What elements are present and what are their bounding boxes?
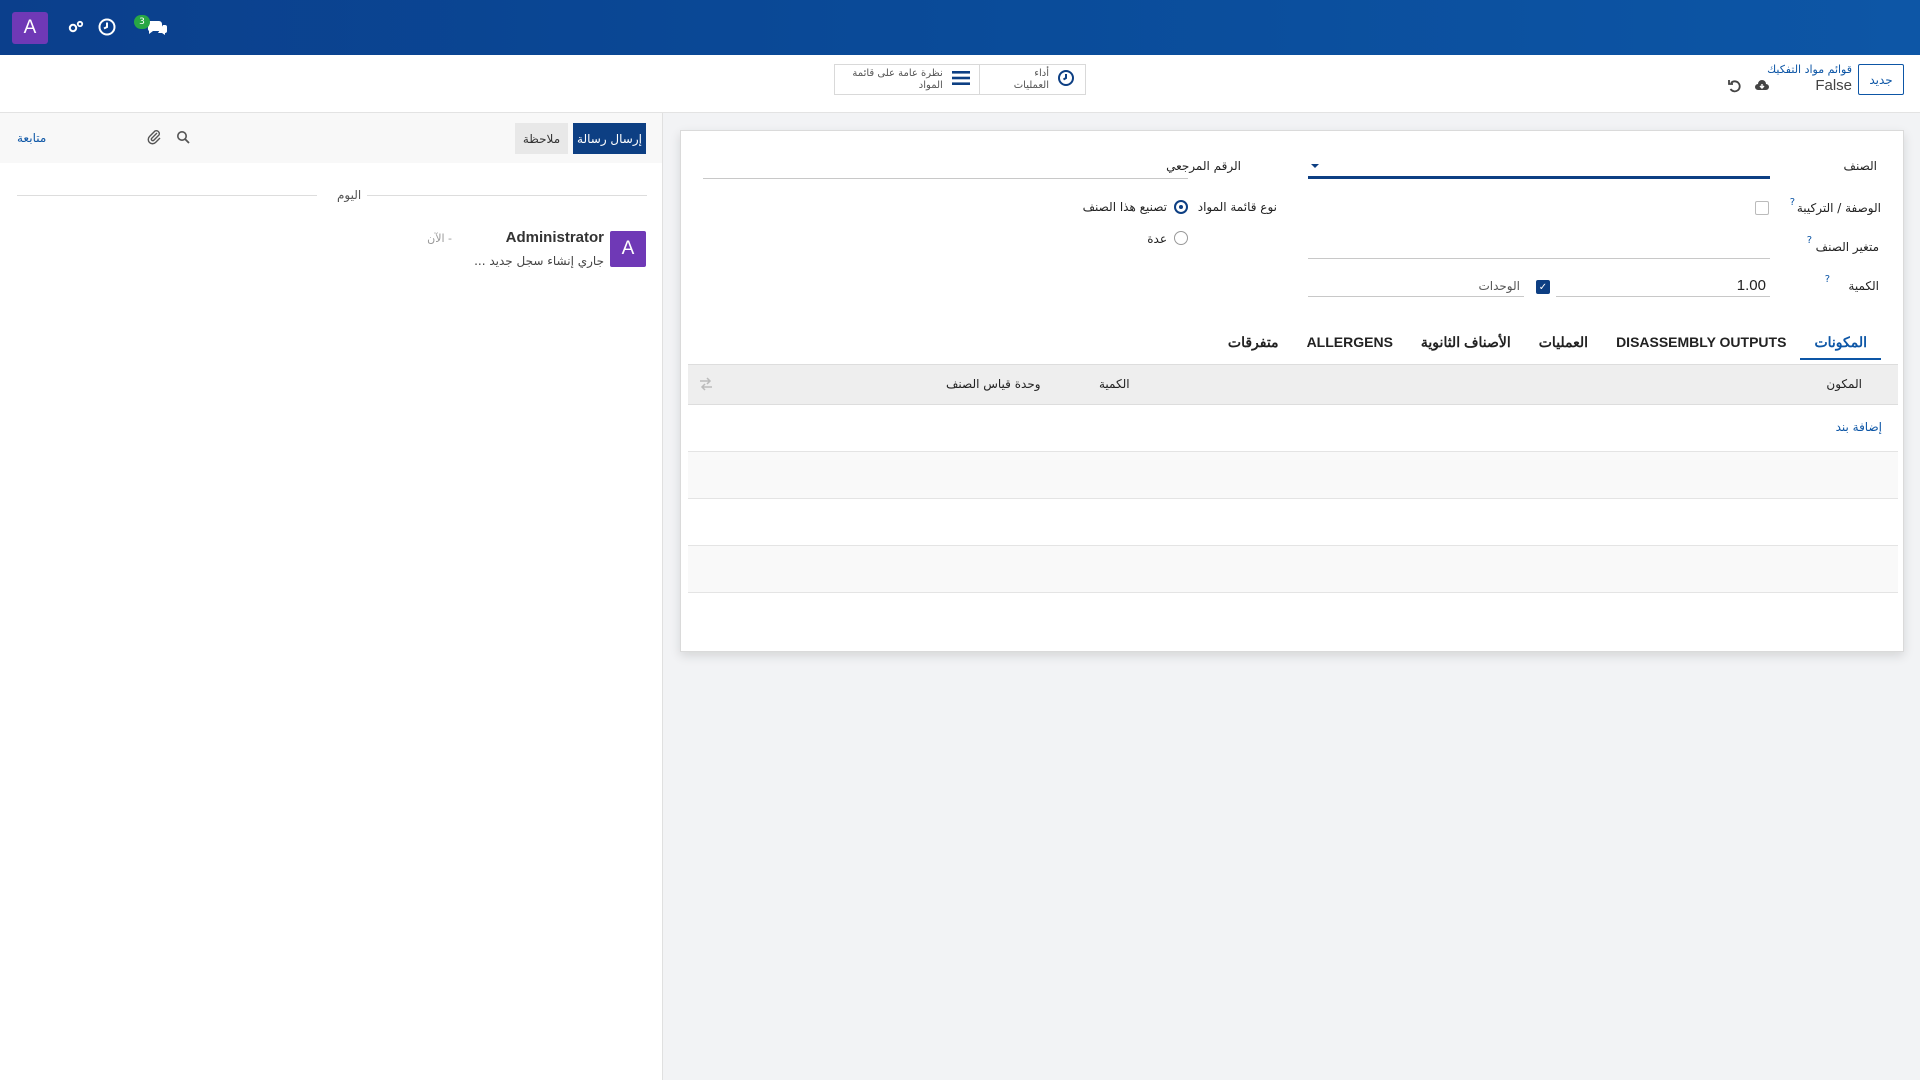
separator-line-left: [17, 195, 317, 196]
variant-field[interactable]: [1308, 237, 1770, 259]
activity-clock-icon[interactable]: [97, 17, 117, 37]
breadcrumb-parent-link[interactable]: قوائم مواد التفكيك: [1767, 63, 1852, 76]
uom-field[interactable]: الوحدات: [1308, 275, 1524, 297]
chat-count-badge: 3: [134, 15, 150, 29]
column-quantity[interactable]: الكمية: [1099, 377, 1130, 391]
separator-line-right: [362, 195, 647, 196]
table-header: المكون الكمية وحدة قياس الصنف: [688, 364, 1898, 405]
breadcrumb-current: False: [1815, 77, 1852, 94]
log-note-button[interactable]: ملاحظة: [515, 123, 568, 154]
variant-help-mark[interactable]: ?: [1807, 235, 1812, 246]
bom-type-kit-radio[interactable]: [1174, 231, 1188, 245]
search-icon[interactable]: [176, 130, 190, 147]
quantity-label: الكمية: [1848, 279, 1879, 293]
tab-byproducts[interactable]: الأصناف الثانوية: [1407, 328, 1525, 360]
clock-icon: [1057, 69, 1075, 90]
user-avatar[interactable]: A: [12, 12, 48, 44]
quantity-field[interactable]: 1.00: [1556, 275, 1770, 297]
chatter-topbar: إرسال رسالة ملاحظة متابعة: [0, 113, 662, 163]
bom-type-label: نوع قائمة المواد: [1197, 200, 1277, 214]
product-label: الصنف: [1843, 159, 1877, 173]
paperclip-icon[interactable]: [146, 129, 162, 148]
message-author-avatar[interactable]: A: [610, 231, 646, 267]
day-separator-label: اليوم: [331, 188, 368, 202]
reference-field[interactable]: [703, 159, 1188, 179]
bom-overview-label: نظرة عامة على قائمة المواد: [852, 67, 943, 91]
product-field[interactable]: [1308, 159, 1770, 179]
operations-label: أداء العمليات: [1014, 68, 1049, 92]
table-row: إضافة بند: [688, 405, 1898, 452]
tab-allergens[interactable]: ALLERGENS: [1293, 328, 1407, 360]
tab-miscellaneous[interactable]: متفرقات: [1214, 328, 1293, 360]
settings-cog-icon[interactable]: [66, 17, 86, 37]
table-row: [688, 499, 1898, 546]
quantity-value: 1.00: [1736, 277, 1766, 294]
bom-type-manufacture-radio[interactable]: [1174, 200, 1188, 214]
uom-checkbox[interactable]: ✓: [1536, 280, 1550, 294]
message-author[interactable]: Administrator: [506, 229, 604, 246]
caret-down-icon[interactable]: [1310, 160, 1320, 174]
follow-button[interactable]: متابعة: [17, 131, 46, 145]
smart-buttons: نظرة عامة على قائمة المواد أداء العمليات: [834, 64, 1086, 95]
operations-label-line2: العمليات: [1013, 79, 1049, 91]
send-message-button[interactable]: إرسال رسالة: [573, 123, 646, 154]
save-cloud-icon[interactable]: [1754, 78, 1770, 94]
operations-label-line1: أداء: [1034, 67, 1049, 79]
message-body: جاري إنشاء سجل جديد ...: [474, 254, 604, 268]
table-row: [688, 546, 1898, 593]
variant-label: متغير الصنف: [1815, 240, 1879, 254]
bom-type-kit-label: عدة: [1147, 232, 1167, 246]
table-row: [688, 452, 1898, 499]
recipe-label: الوصفة / التركيبة: [1796, 201, 1881, 215]
bom-type-manufacture-label: تصنيع هذا الصنف: [1082, 200, 1167, 214]
tab-operations[interactable]: العمليات: [1525, 328, 1602, 360]
column-component[interactable]: المكون: [1826, 377, 1862, 391]
recipe-checkbox[interactable]: [1755, 201, 1769, 215]
day-separator: اليوم: [17, 188, 647, 202]
bom-overview-button[interactable]: نظرة عامة على قائمة المواد: [835, 65, 980, 94]
discard-undo-icon[interactable]: [1727, 78, 1743, 94]
form-sheet: الصنف الرقم المرجعي الوصفة / التركيبة ? …: [680, 130, 1904, 652]
uom-value: الوحدات: [1478, 279, 1520, 293]
tab-disassembly-outputs[interactable]: DISASSEMBLY OUTPUTS: [1602, 328, 1800, 360]
control-panel: جديد قوائم مواد التفكيك False نظرة عامة …: [0, 55, 1920, 113]
new-button[interactable]: جديد: [1858, 64, 1904, 95]
operations-performance-button[interactable]: أداء العمليات: [980, 65, 1085, 94]
add-line-link[interactable]: إضافة بند: [1836, 420, 1882, 434]
notebook-tabs: المكونات DISASSEMBLY OUTPUTS العمليات ال…: [1214, 328, 1881, 360]
chatter-panel: إرسال رسالة ملاحظة متابعة اليوم A Admini…: [0, 113, 663, 1080]
recipe-help-mark[interactable]: ?: [1790, 197, 1795, 208]
column-product-uom[interactable]: وحدة قياس الصنف: [946, 377, 1041, 391]
components-table: المكون الكمية وحدة قياس الصنف إضافة بند: [688, 364, 1898, 593]
list-bars-icon: [951, 70, 971, 89]
breadcrumb: قوائم مواد التفكيك False: [1767, 63, 1852, 94]
quantity-help-mark[interactable]: ?: [1825, 274, 1830, 285]
top-navbar: A 3: [0, 0, 1920, 55]
message-date: - الآن: [427, 232, 452, 245]
optional-columns-icon[interactable]: [699, 377, 713, 394]
tab-components[interactable]: المكونات: [1800, 328, 1881, 360]
